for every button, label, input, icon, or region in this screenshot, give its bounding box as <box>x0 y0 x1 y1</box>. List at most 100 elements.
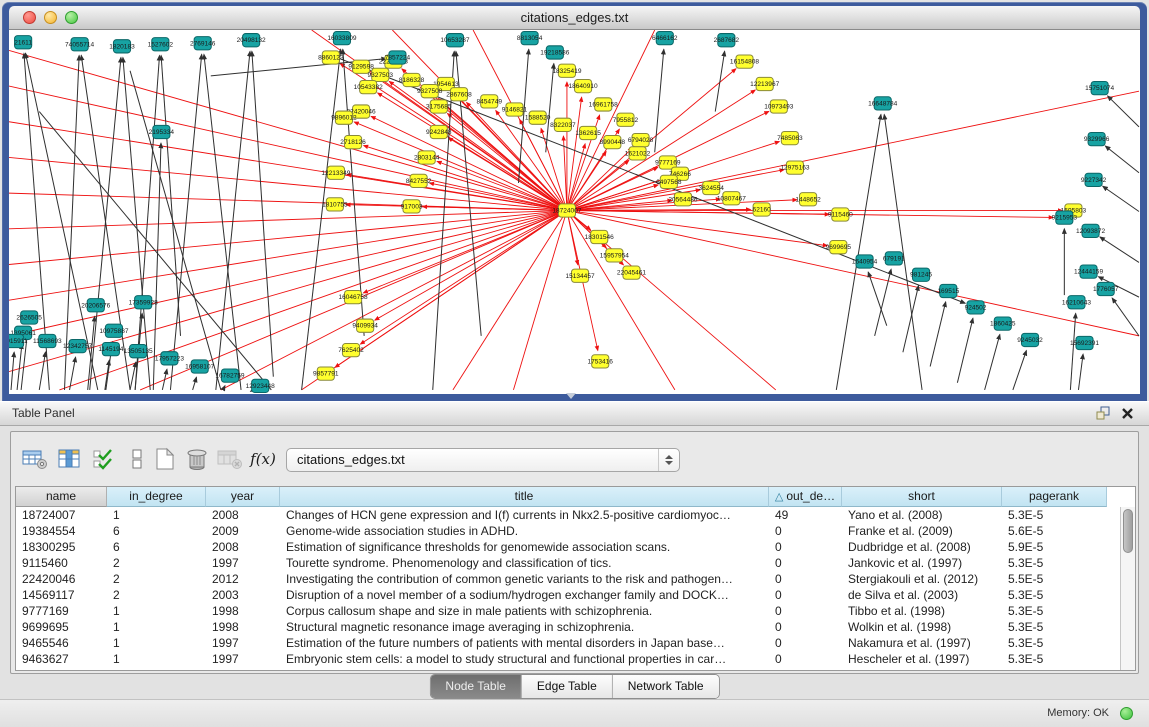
table-row[interactable]: 946362711997Embryonic stem cells: a mode… <box>16 651 1120 667</box>
table-row[interactable]: 1456911722003Disruption of a novel membe… <box>16 587 1120 603</box>
table-row[interactable]: 1872400712008Changes of HCN gene express… <box>16 507 1120 523</box>
table-cell[interactable]: Tibbo et al. (1998) <box>842 603 1002 619</box>
table-cell[interactable]: Estimation of the future numbers of pati… <box>280 635 769 651</box>
table-cell[interactable]: 1 <box>107 635 206 651</box>
table-cell[interactable]: 0 <box>769 635 842 651</box>
table-cell[interactable]: 0 <box>769 587 842 603</box>
table-cell[interactable]: Investigating the contribution of common… <box>280 571 769 587</box>
table-cell[interactable]: 5.3E-5 <box>1002 555 1107 571</box>
table-cell[interactable]: 0 <box>769 651 842 667</box>
table-cell[interactable]: 1997 <box>206 635 280 651</box>
table-cell[interactable]: 5.3E-5 <box>1002 635 1107 651</box>
table-cell[interactable]: 1 <box>107 507 206 523</box>
table-cell[interactable]: 6 <box>107 523 206 539</box>
table-cell[interactable]: 5.6E-5 <box>1002 523 1107 539</box>
column-header-title[interactable]: title <box>280 487 769 507</box>
table-cell[interactable]: 5.3E-5 <box>1002 651 1107 667</box>
table-cell[interactable]: 19384554 <box>16 523 107 539</box>
table-row[interactable]: 977716911998Corpus callosum shape and si… <box>16 603 1120 619</box>
table-row[interactable]: 911546021997Tourette syndrome. Phenomeno… <box>16 555 1120 571</box>
table-cell[interactable]: 2 <box>107 571 206 587</box>
table-cell[interactable]: Wolkin et al. (1998) <box>842 619 1002 635</box>
table-cell[interactable]: 5.3E-5 <box>1002 507 1107 523</box>
column-header-out_de[interactable]: △out_de… <box>769 487 842 507</box>
column-header-short[interactable]: short <box>842 487 1002 507</box>
table-cell[interactable]: 5.5E-5 <box>1002 571 1107 587</box>
panel-splitter-handle[interactable] <box>566 393 576 399</box>
table-cell[interactable]: 6 <box>107 539 206 555</box>
minimize-window-button[interactable] <box>44 11 57 24</box>
merge-cells-icon[interactable] <box>123 445 151 473</box>
table-cell[interactable]: Corpus callosum shape and size in male p… <box>280 603 769 619</box>
table-cell[interactable]: 0 <box>769 619 842 635</box>
column-header-year[interactable]: year <box>206 487 280 507</box>
table-cell[interactable]: 49 <box>769 507 842 523</box>
table-cell[interactable]: 9115460 <box>16 555 107 571</box>
table-cell[interactable]: 18724007 <box>16 507 107 523</box>
table-cell[interactable]: 1 <box>107 651 206 667</box>
table-row[interactable]: 2242004622012Investigating the contribut… <box>16 571 1120 587</box>
tab-node-table[interactable]: Node Table <box>430 675 522 698</box>
table-cell[interactable]: Dudbridge et al. (2008) <box>842 539 1002 555</box>
tab-edge-table[interactable]: Edge Table <box>522 675 613 698</box>
table-cell[interactable]: Yano et al. (2008) <box>842 507 1002 523</box>
table-cell[interactable]: Franke et al. (2009) <box>842 523 1002 539</box>
table-cell[interactable]: 2008 <box>206 507 280 523</box>
table-cell[interactable]: de Silva et al. (2003) <box>842 587 1002 603</box>
table-cell[interactable]: Embryonic stem cells: a model to study s… <box>280 651 769 667</box>
table-cell[interactable]: 5.3E-5 <box>1002 619 1107 635</box>
table-cell[interactable]: 1998 <box>206 603 280 619</box>
table-select-dropdown[interactable]: citations_edges.txt <box>286 448 680 472</box>
table-cell[interactable]: 0 <box>769 571 842 587</box>
table-cell[interactable]: 2003 <box>206 587 280 603</box>
table-cell[interactable]: Stergiakouli et al. (2012) <box>842 571 1002 587</box>
table-cell[interactable]: 1998 <box>206 619 280 635</box>
column-header-in_degree[interactable]: in_degree <box>107 487 206 507</box>
table-cell[interactable]: 18300295 <box>16 539 107 555</box>
table-cell[interactable]: 9465546 <box>16 635 107 651</box>
table-cell[interactable]: 2 <box>107 587 206 603</box>
table-cell[interactable]: 5.3E-5 <box>1002 587 1107 603</box>
clear-table-icon[interactable] <box>216 445 244 473</box>
float-panel-icon[interactable] <box>1096 406 1111 421</box>
table-cell[interactable]: 1 <box>107 619 206 635</box>
table-cell[interactable]: 5.3E-5 <box>1002 603 1107 619</box>
close-panel-icon[interactable] <box>1120 406 1135 421</box>
table-cell[interactable]: 1997 <box>206 651 280 667</box>
network-canvas[interactable]: 1872400788601239129598222608589327503818… <box>9 30 1140 394</box>
table-row[interactable]: 946554611997Estimation of the future num… <box>16 635 1120 651</box>
delete-table-icon[interactable] <box>183 445 211 473</box>
table-cell[interactable]: 9699695 <box>16 619 107 635</box>
table-cell[interactable]: 0 <box>769 523 842 539</box>
table-row[interactable]: 1830029562008Estimation of significance … <box>16 539 1120 555</box>
table-cell[interactable]: 22420046 <box>16 571 107 587</box>
table-cell[interactable]: Genome-wide association studies in ADHD. <box>280 523 769 539</box>
row-select-icon[interactable] <box>91 445 119 473</box>
table-cell[interactable]: 9463627 <box>16 651 107 667</box>
vertical-scrollbar[interactable] <box>1120 507 1135 670</box>
table-row[interactable]: 1938455462009Genome-wide association stu… <box>16 523 1120 539</box>
new-table-icon[interactable] <box>151 445 179 473</box>
zoom-window-button[interactable] <box>65 11 78 24</box>
table-cell[interactable]: Jankovic et al. (1997) <box>842 555 1002 571</box>
close-window-button[interactable] <box>23 11 36 24</box>
table-cell[interactable]: 1 <box>107 603 206 619</box>
table-cell[interactable]: 2 <box>107 555 206 571</box>
column-header-pagerank[interactable]: pagerank <box>1002 487 1107 507</box>
column-header-name[interactable]: name <box>16 487 107 507</box>
tab-network-table[interactable]: Network Table <box>613 675 719 698</box>
table-cell[interactable]: Nakamura et al. (1997) <box>842 635 1002 651</box>
table-cell[interactable]: 14569117 <box>16 587 107 603</box>
column-select-icon[interactable] <box>56 445 84 473</box>
table-cell[interactable]: Hescheler et al. (1997) <box>842 651 1002 667</box>
table-cell[interactable]: 0 <box>769 539 842 555</box>
table-cell[interactable]: Changes of HCN gene expression and I(f) … <box>280 507 769 523</box>
table-cell[interactable]: 9777169 <box>16 603 107 619</box>
table-cell[interactable]: Disruption of a novel member of a sodium… <box>280 587 769 603</box>
table-cell[interactable]: 1997 <box>206 555 280 571</box>
table-cell[interactable]: Structural magnetic resonance image aver… <box>280 619 769 635</box>
table-settings-icon[interactable] <box>21 445 49 473</box>
table-cell[interactable]: 2012 <box>206 571 280 587</box>
table-cell[interactable]: 0 <box>769 555 842 571</box>
table-cell[interactable]: 5.9E-5 <box>1002 539 1107 555</box>
